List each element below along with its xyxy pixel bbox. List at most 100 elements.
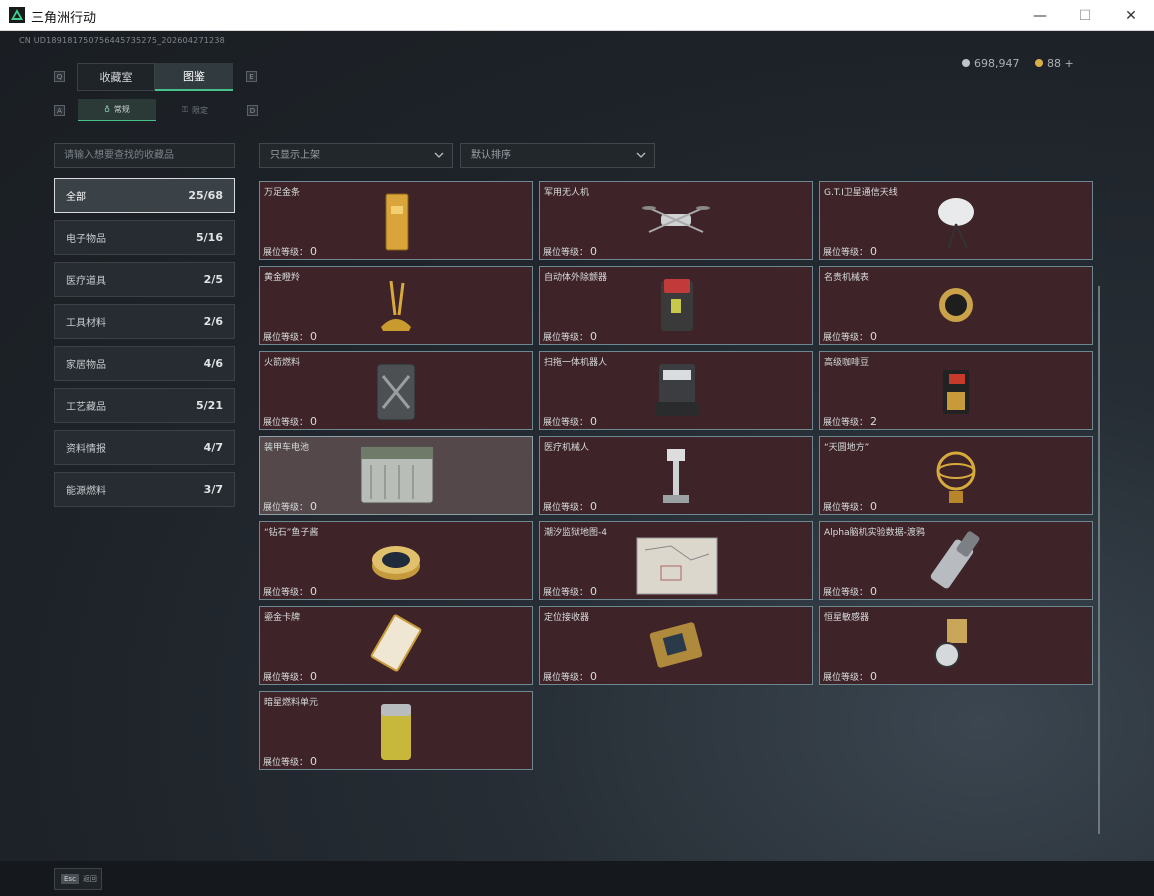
item-level-value: 0 [870, 500, 878, 513]
collection-item-card[interactable]: “天圆地方” 展位等级： 0 [819, 436, 1093, 515]
collection-item-card[interactable]: 扫拖一体机器人 展位等级： 0 [539, 351, 813, 430]
close-icon: ✕ [1125, 7, 1137, 24]
item-name: G.T.I卫星通信天线 [824, 188, 898, 198]
item-name: 军用无人机 [544, 188, 590, 198]
category-item[interactable]: 资料情报 4/7 [54, 430, 235, 465]
collection-item-card[interactable]: 军用无人机 展位等级： 0 [539, 181, 813, 260]
item-level-value: 0 [310, 585, 318, 598]
window-title: 三角洲行动 [31, 11, 97, 26]
window-titlebar: 三角洲行动 — ☐ ✕ [0, 0, 1154, 31]
item-level-value: 0 [870, 585, 878, 598]
collection-item-card[interactable]: 医疗机械人 展位等级： 0 [539, 436, 813, 515]
item-level: 展位等级： 0 [823, 245, 877, 258]
item-level-label: 展位等级： [823, 418, 869, 428]
item-level-label: 展位等级： [543, 588, 589, 598]
collection-item-card[interactable]: 黄金瞪羚 展位等级： 0 [259, 266, 533, 345]
scrollbar[interactable] [1098, 286, 1100, 834]
collection-item-card[interactable]: 定位接收器 展位等级： 0 [539, 606, 813, 685]
item-level-label: 展位等级： [543, 673, 589, 683]
subtab-label: 限定 [192, 105, 209, 115]
item-level-value: 0 [590, 500, 598, 513]
silver-currency: 698,947 [962, 55, 1020, 71]
category-item[interactable]: 电子物品 5/16 [54, 220, 235, 255]
app-logo-icon [9, 7, 25, 23]
maximize-button[interactable]: ☐ [1062, 0, 1108, 31]
sort-dropdown[interactable]: 默认排序 [460, 143, 655, 168]
item-level-value: 0 [870, 245, 878, 258]
item-grid: 展位等级：0 展位等级：0 展位等级：0 万足金条 展位等级：0 军用无人机 展… [258, 180, 1096, 835]
category-item[interactable]: 全部 25/68 [54, 178, 235, 213]
item-level-value: 2 [870, 415, 878, 428]
category-item[interactable]: 工具材料 2/6 [54, 304, 235, 339]
item-name: 潮汐监狱地图-4 [544, 528, 607, 538]
item-name: 自动体外除颤器 [544, 273, 608, 283]
item-name: 装甲车电池 [264, 443, 310, 453]
esc-key-hint: Esc [61, 874, 79, 884]
collection-item-card[interactable]: 装甲车电池 展位等级： 0 [259, 436, 533, 515]
item-level: 展位等级： 0 [543, 245, 597, 258]
item-level: 展位等级： 0 [263, 330, 317, 343]
item-level: 展位等级： 0 [543, 585, 597, 598]
category-item[interactable]: 医疗道具 2/5 [54, 262, 235, 297]
item-level-label: 展位等级： [263, 333, 309, 343]
category-count: 4/7 [203, 441, 223, 454]
chevron-down-icon [434, 152, 444, 158]
collection-item-card[interactable]: Alpha脑机实验数据-渡鸦 展位等级： 0 [819, 521, 1093, 600]
collection-item-card[interactable]: 名贵机械表 展位等级： 0 [819, 266, 1093, 345]
collection-item-card[interactable]: 万足金条 展位等级： 0 [259, 181, 533, 260]
item-level: 展位等级： 0 [823, 330, 877, 343]
collection-item-card[interactable]: G.T.I卫星通信天线 展位等级： 0 [819, 181, 1093, 260]
item-name: “钻石”鱼子酱 [264, 528, 319, 538]
item-level-value: 0 [590, 330, 598, 343]
item-level-label: 展位等级： [543, 418, 589, 428]
gold-bar-icon [385, 193, 409, 251]
category-label: 家居物品 [66, 360, 106, 371]
back-button[interactable]: Esc 返回 [54, 868, 102, 890]
category-count: 3/7 [203, 483, 223, 496]
item-level-value: 0 [590, 585, 598, 598]
tab-catalog[interactable]: 图鉴 [155, 63, 233, 91]
item-level-label: 展位等级： [263, 758, 309, 768]
item-name: Alpha脑机实验数据-渡鸦 [824, 528, 925, 538]
item-level: 展位等级： 0 [263, 585, 317, 598]
gold-currency-value: 88 + [1047, 56, 1074, 70]
silver-coin-icon [962, 59, 970, 67]
item-name: 火箭燃料 [264, 358, 301, 368]
collection-item-card[interactable]: 鎏金卡牌 展位等级： 0 [259, 606, 533, 685]
category-item[interactable]: 家居物品 4/6 [54, 346, 235, 381]
category-count: 2/5 [203, 273, 223, 286]
item-name: 名贵机械表 [824, 273, 870, 283]
search-input[interactable]: 请输入想要查找的收藏品 [54, 143, 235, 168]
minimize-button[interactable]: — [1017, 0, 1063, 31]
gold-currency[interactable]: 88 + [1035, 55, 1074, 71]
tab-collection-room[interactable]: 收藏室 [77, 63, 155, 91]
item-level: 展位等级： 0 [263, 245, 317, 258]
maximize-icon: ☐ [1078, 7, 1092, 24]
locator-receiver-icon [649, 622, 703, 668]
item-level-label: 展位等级： [823, 333, 869, 343]
collection-item-card[interactable]: 火箭燃料 展位等级： 0 [259, 351, 533, 430]
category-item[interactable]: 能源燃料 3/7 [54, 472, 235, 507]
user-id-text: CN UD189181750756445735275_202604271238 [19, 36, 225, 45]
collection-item-card[interactable]: 高级咖啡豆 展位等级： 2 [819, 351, 1093, 430]
category-item[interactable]: 工艺藏品 5/21 [54, 388, 235, 423]
subtab-regular[interactable]: ♁ 常规 [78, 99, 156, 121]
satellite-dish-icon [938, 198, 974, 249]
close-button[interactable]: ✕ [1108, 0, 1154, 31]
item-level-value: 0 [870, 670, 878, 683]
collection-item-card[interactable]: 潮汐监狱地图-4 展位等级： 0 [539, 521, 813, 600]
subtab-label: 常规 [113, 105, 130, 114]
item-level-value: 0 [310, 500, 318, 513]
chevron-down-icon [636, 152, 646, 158]
subtab-limited[interactable]: ⚿ 限定 [156, 99, 234, 121]
collection-item-card[interactable]: 恒星敏感器 展位等级： 0 [819, 606, 1093, 685]
collection-item-card[interactable]: “钻石”鱼子酱 展位等级： 0 [259, 521, 533, 600]
collection-item-card[interactable]: 暗星燃料单元 展位等级： 0 [259, 691, 533, 770]
category-label: 全部 [66, 192, 86, 203]
category-count: 25/68 [188, 189, 223, 202]
category-count: 2/6 [203, 315, 223, 328]
collection-item-card[interactable]: 自动体外除颤器 展位等级： 0 [539, 266, 813, 345]
category-label: 工艺藏品 [66, 402, 106, 413]
item-name: 暗星燃料单元 [264, 698, 319, 708]
shelf-filter-dropdown[interactable]: 只显示上架 [259, 143, 453, 168]
